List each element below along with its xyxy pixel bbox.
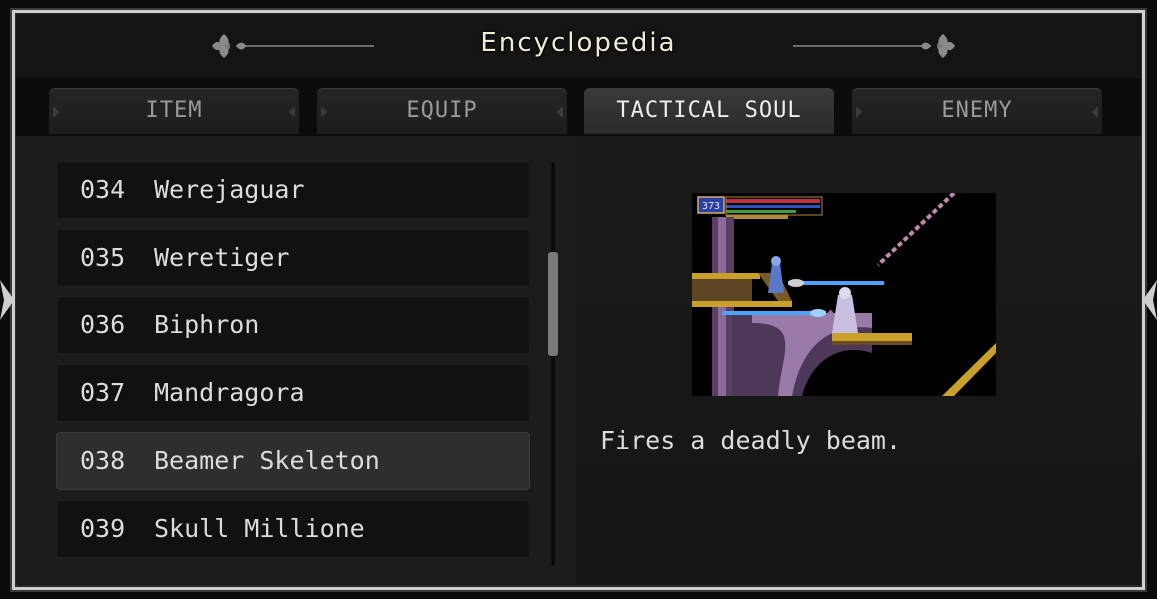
scrollbar-track[interactable]	[551, 162, 555, 566]
tab-right-notch-icon	[557, 106, 563, 118]
tab-left-notch-icon	[856, 106, 862, 118]
item-name: Skull Millione	[154, 514, 365, 543]
page-title: Encyclopedia	[480, 28, 677, 58]
list-item-selected[interactable]: 038 Beamer Skeleton	[56, 432, 530, 490]
side-ornament-icon	[1143, 280, 1157, 320]
list-item[interactable]: 034 Werejaguar	[56, 161, 530, 219]
item-name: Biphron	[154, 310, 260, 339]
tab-label: ITEM	[145, 98, 203, 123]
detail-panel: 373 Fires a deadly beam.	[576, 136, 1141, 584]
tab-label: TACTICAL SOUL	[616, 98, 802, 123]
tab-label: ENEMY	[941, 98, 1013, 123]
list-item[interactable]: 037 Mandragora	[56, 364, 530, 422]
gameplay-preview-image: 373	[692, 193, 996, 396]
list-item[interactable]: 036 Biphron	[56, 296, 530, 354]
tab-left-notch-icon	[53, 106, 59, 118]
item-name: Beamer Skeleton	[154, 446, 380, 475]
tab-bar: ITEM EQUIP TACTICAL SOUL ENEMY	[16, 78, 1141, 136]
scrollbar-thumb[interactable]	[548, 252, 558, 356]
item-name: Werejaguar	[154, 175, 305, 204]
item-name: Mandragora	[154, 378, 305, 407]
tab-right-notch-icon	[1092, 106, 1098, 118]
side-ornament-icon	[0, 280, 14, 320]
item-number: 036	[80, 310, 126, 339]
tab-equip[interactable]: EQUIP	[317, 88, 567, 134]
tab-item[interactable]: ITEM	[49, 88, 299, 134]
soul-list: 034 Werejaguar 035 Weretiger 036 Biphron…	[16, 136, 576, 584]
tab-right-notch-icon	[289, 106, 295, 118]
list-item[interactable]: 039 Skull Millione	[56, 500, 530, 558]
item-number: 039	[80, 514, 126, 543]
content-area: 034 Werejaguar 035 Weretiger 036 Biphron…	[16, 136, 1141, 584]
item-name: Weretiger	[154, 243, 290, 272]
item-number: 035	[80, 243, 126, 272]
header-bar: Encyclopedia	[16, 14, 1141, 78]
item-number: 034	[80, 175, 126, 204]
soul-description: Fires a deadly beam.	[600, 426, 902, 455]
tab-enemy[interactable]: ENEMY	[852, 88, 1102, 134]
tab-left-notch-icon	[321, 106, 327, 118]
hud-counter: 373	[702, 201, 720, 212]
fleur-de-lis-ornament-icon	[791, 31, 961, 61]
list-item[interactable]: 035 Weretiger	[56, 229, 530, 287]
item-number: 037	[80, 378, 126, 407]
tab-label: EQUIP	[406, 98, 478, 123]
item-number: 038	[80, 446, 126, 475]
tab-tactical-soul[interactable]: TACTICAL SOUL	[584, 88, 834, 134]
